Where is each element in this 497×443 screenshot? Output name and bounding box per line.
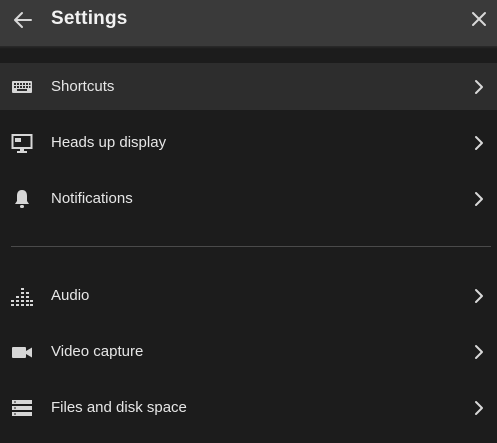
keyboard-icon bbox=[12, 81, 32, 93]
video-camera-icon bbox=[12, 347, 32, 358]
menu-item-audio[interactable]: Audio bbox=[0, 272, 497, 319]
equalizer-icon bbox=[11, 288, 33, 306]
menu-item-files-and-disk-space[interactable]: Files and disk space bbox=[0, 384, 497, 431]
header-shadow bbox=[0, 46, 497, 49]
menu-item-video-capture[interactable]: Video capture bbox=[0, 328, 497, 375]
chevron-right-icon bbox=[475, 136, 483, 150]
menu-item-label: Files and disk space bbox=[51, 399, 187, 416]
menu-item-label: Audio bbox=[51, 287, 90, 304]
chevron-right-icon bbox=[475, 192, 483, 206]
settings-header: Settings bbox=[0, 0, 497, 46]
bell-icon bbox=[15, 190, 29, 208]
menu-item-label: Video capture bbox=[51, 343, 144, 360]
chevron-right-icon bbox=[475, 289, 483, 303]
settings-window: Settings Shortcuts Heads up display Noti… bbox=[0, 0, 497, 443]
menu-item-notifications[interactable]: Notifications bbox=[0, 175, 497, 222]
chevron-right-icon bbox=[475, 401, 483, 415]
storage-icon bbox=[12, 400, 32, 416]
menu-item-label: Notifications bbox=[51, 190, 133, 207]
monitor-icon bbox=[11, 134, 33, 153]
menu-item-label: Shortcuts bbox=[51, 78, 115, 95]
menu-item-label: Heads up display bbox=[51, 134, 167, 151]
menu-divider bbox=[11, 246, 491, 247]
chevron-right-icon bbox=[475, 345, 483, 359]
chevron-right-icon bbox=[475, 80, 483, 94]
menu-item-shortcuts[interactable]: Shortcuts bbox=[0, 63, 497, 110]
page-title: Settings bbox=[51, 8, 128, 29]
arrow-left-icon[interactable] bbox=[12, 9, 34, 31]
close-icon[interactable] bbox=[470, 10, 488, 28]
menu-item-heads-up-display[interactable]: Heads up display bbox=[0, 119, 497, 166]
